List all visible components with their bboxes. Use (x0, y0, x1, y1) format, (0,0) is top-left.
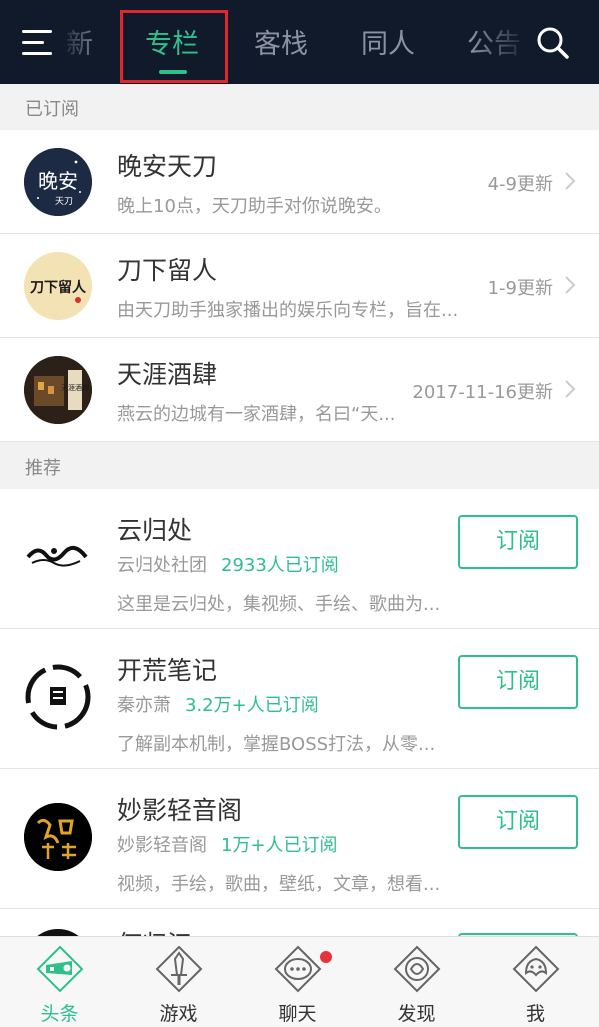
column-avatar (24, 663, 92, 731)
column-avatar: 天涯酒肆 (24, 356, 92, 424)
tab-inn[interactable]: 客栈 (254, 22, 308, 61)
column-desc: 这里是云归处，集视频、手绘、歌曲为... (117, 594, 441, 615)
update-date: 2017-11-16更新 (412, 382, 553, 403)
subscribe-button[interactable]: 订阅 (458, 655, 578, 709)
subscribed-item[interactable]: 晚安 天刀 晚安天刀 晚上10点，天刀助手对你说晚安。 4-9更新 (0, 130, 599, 234)
tab-fade-right (470, 20, 530, 70)
nav-label: 游戏 (159, 1003, 198, 1025)
column-avatar (24, 803, 92, 871)
nav-label: 聊天 (278, 1003, 317, 1025)
column-title: 刀下留人 (117, 256, 218, 285)
nav-label: 头条 (40, 1003, 79, 1025)
headline-icon (36, 945, 84, 993)
column-desc: 视频，手绘，歌曲，壁纸，文章，想看... (117, 874, 441, 895)
column-title: 天涯酒肆 (117, 360, 218, 389)
svg-text:天刀: 天刀 (55, 197, 73, 207)
svg-text:天涯酒肆: 天涯酒肆 (61, 383, 89, 392)
chevron-right-icon (565, 172, 576, 190)
recommended-item[interactable]: 开荒笔记 秦亦萧 3.2万+人已订阅 了解副本机制，掌握BOSS打法，从零... … (0, 629, 599, 769)
column-title: 妙影轻音阁 (117, 796, 243, 825)
chevron-right-icon (565, 380, 576, 398)
section-header-label: 推荐 (25, 458, 61, 479)
recommended-section-header: 推荐 (0, 443, 599, 489)
nav-profile[interactable]: 我 (476, 937, 595, 1027)
column-avatar (24, 523, 92, 591)
author-name: 妙影轻音阁 (117, 835, 207, 856)
nav-headline[interactable]: 头条 (0, 937, 119, 1027)
column-title: 云归处 (117, 516, 193, 545)
chevron-right-icon (565, 276, 576, 294)
nav-chat[interactable]: 聊天 (238, 937, 357, 1027)
discover-icon (393, 945, 441, 993)
bottom-nav: 头条 游戏 聊天 发现 我 (0, 936, 599, 1027)
nav-label: 发现 (397, 1003, 436, 1025)
highlight-box (120, 10, 228, 83)
column-desc: 晚上10点，天刀助手对你说晚安。 (117, 196, 392, 217)
tab-fade-left (58, 20, 102, 70)
subscribed-item[interactable]: 天涯酒肆 天涯酒肆 燕云的边城有一家酒肆，名曰“天... 2017-11-16更… (0, 338, 599, 442)
column-avatar: 刀下留人 (24, 252, 92, 320)
subscribe-button[interactable]: 订阅 (458, 795, 578, 849)
recommended-item[interactable]: 云归处 云归处社团 2933人已订阅 这里是云归处，集视频、手绘、歌曲为... 订… (0, 489, 599, 629)
recommended-item[interactable]: 妙影轻音阁 妙影轻音阁 1万+人已订阅 视频，手绘，歌曲，壁纸，文章，想看... … (0, 769, 599, 909)
svg-text:晚安: 晚安 (38, 169, 78, 193)
nav-discover[interactable]: 发现 (357, 937, 476, 1027)
update-date: 1-9更新 (487, 278, 553, 299)
column-avatar: 晚安 天刀 (24, 148, 92, 216)
column-author: 秦亦萧 3.2万+人已订阅 (117, 691, 319, 717)
column-author: 云归处社团 2933人已订阅 (117, 551, 339, 577)
subscriber-count: 1万+人已订阅 (221, 835, 338, 856)
subscribed-item[interactable]: 刀下留人 刀下留人 由天刀助手独家播出的娱乐向专栏，旨在... 1-9更新 (0, 234, 599, 338)
author-name: 秦亦萧 (117, 695, 171, 716)
nav-game[interactable]: 游戏 (119, 937, 238, 1027)
subscriber-count: 2933人已订阅 (221, 555, 339, 576)
update-date: 4-9更新 (487, 174, 553, 195)
subscriber-count: 3.2万+人已订阅 (185, 695, 319, 716)
section-header-label: 已订阅 (25, 99, 79, 120)
column-title: 开荒笔记 (117, 656, 218, 685)
author-name: 云归处社团 (117, 555, 207, 576)
column-desc: 由天刀助手独家播出的娱乐向专栏，旨在... (117, 300, 459, 321)
subscribe-button[interactable]: 订阅 (458, 515, 578, 569)
menu-icon[interactable] (22, 28, 56, 58)
notification-badge (320, 951, 332, 963)
nav-label: 我 (525, 1003, 545, 1025)
column-title: 晚安天刀 (117, 152, 218, 181)
column-desc: 燕云的边城有一家酒肆，名曰“天... (117, 404, 396, 425)
tab-fan-works[interactable]: 同人 (361, 22, 415, 61)
game-sword-icon (155, 945, 203, 993)
svg-text:刀下留人: 刀下留人 (30, 279, 87, 296)
column-desc: 了解副本机制，掌握BOSS打法，从零... (117, 734, 436, 755)
chat-bubble-icon (274, 945, 322, 993)
top-bar: 新 专栏 客栈 同人 公告 (0, 0, 599, 84)
column-author: 妙影轻音阁 1万+人已订阅 (117, 831, 338, 857)
subscribed-section-header: 已订阅 (0, 84, 599, 130)
search-icon[interactable] (536, 26, 570, 60)
profile-icon (512, 945, 560, 993)
